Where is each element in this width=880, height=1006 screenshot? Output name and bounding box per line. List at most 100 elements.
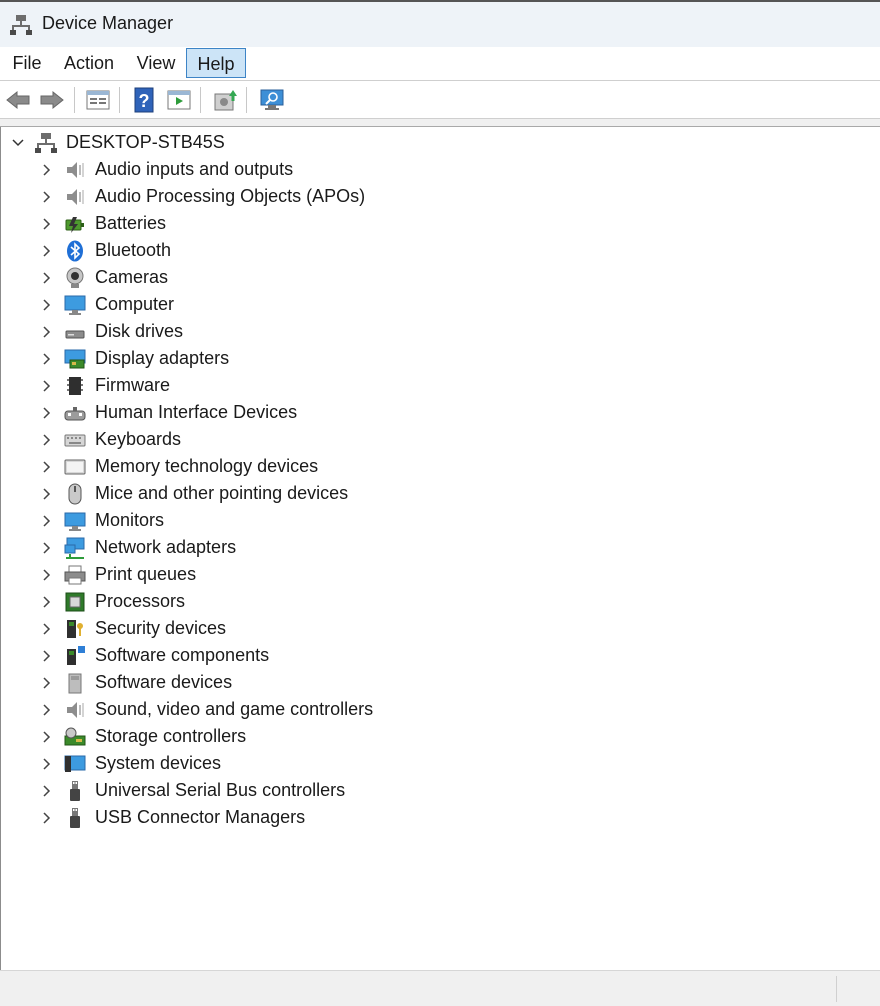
chevron-right-icon[interactable] bbox=[38, 459, 54, 475]
chevron-right-icon[interactable] bbox=[38, 432, 54, 448]
tree-category-item[interactable]: Display adapters bbox=[1, 345, 879, 372]
tree-category-label: Storage controllers bbox=[95, 726, 247, 746]
chevron-right-icon[interactable] bbox=[38, 513, 54, 529]
monitor-icon bbox=[64, 512, 86, 531]
update-driver-icon[interactable] bbox=[211, 86, 239, 114]
tree-category-label: Computer bbox=[95, 294, 175, 314]
chevron-right-icon[interactable] bbox=[38, 270, 54, 286]
tree-category-label: Sound, video and game controllers bbox=[95, 699, 374, 719]
tree-category-label: Audio inputs and outputs bbox=[95, 159, 294, 179]
chevron-right-icon[interactable] bbox=[38, 783, 54, 799]
tree-category-label: Software components bbox=[95, 645, 270, 665]
chevron-right-icon[interactable] bbox=[38, 540, 54, 556]
window-title: Device Manager bbox=[42, 13, 174, 33]
hid-icon bbox=[64, 407, 86, 421]
chevron-right-icon[interactable] bbox=[38, 621, 54, 637]
status-bar bbox=[0, 970, 880, 1006]
tree-category-item[interactable]: Mice and other pointing devices bbox=[1, 480, 879, 507]
speaker-icon bbox=[67, 189, 84, 205]
tree-category-item[interactable]: Computer bbox=[1, 291, 879, 318]
chevron-right-icon[interactable] bbox=[38, 243, 54, 259]
tree-category-item[interactable]: Cameras bbox=[1, 264, 879, 291]
speaker-icon bbox=[67, 162, 84, 178]
tree-category-item[interactable]: Processors bbox=[1, 588, 879, 615]
tree-category-item[interactable]: Disk drives bbox=[1, 318, 879, 345]
chevron-right-icon[interactable] bbox=[38, 486, 54, 502]
tree-category-item[interactable]: Storage controllers bbox=[1, 723, 879, 750]
chevron-right-icon[interactable] bbox=[38, 324, 54, 340]
chevron-right-icon[interactable] bbox=[38, 729, 54, 745]
device-tree: DESKTOP-STB45S Audio inputs and outputs A… bbox=[0, 127, 880, 970]
chevron-right-icon[interactable] bbox=[38, 297, 54, 313]
svg-text:?: ? bbox=[139, 91, 150, 111]
menu-help[interactable]: Help bbox=[186, 48, 246, 78]
tree-category-item[interactable]: Software components bbox=[1, 642, 879, 669]
printer-icon bbox=[64, 565, 86, 585]
tree-category-item[interactable]: Human Interface Devices bbox=[1, 399, 879, 426]
tree-category-item[interactable]: Firmware bbox=[1, 372, 879, 399]
camera-icon bbox=[66, 267, 84, 288]
chevron-right-icon[interactable] bbox=[38, 756, 54, 772]
system-device-icon bbox=[64, 755, 86, 772]
chevron-right-icon[interactable] bbox=[38, 216, 54, 232]
properties-icon[interactable] bbox=[84, 86, 112, 114]
tree-category-item[interactable]: USB Connector Managers bbox=[1, 804, 879, 831]
tree-category-item[interactable]: Universal Serial Bus controllers bbox=[1, 777, 879, 804]
tree-category-item[interactable]: Print queues bbox=[1, 561, 879, 588]
tree-category-label: USB Connector Managers bbox=[95, 807, 306, 827]
tree-category-item[interactable]: Audio inputs and outputs bbox=[1, 156, 879, 183]
menu-view[interactable]: View bbox=[130, 48, 182, 78]
tree-root[interactable]: DESKTOP-STB45S bbox=[1, 129, 879, 156]
chevron-right-icon[interactable] bbox=[38, 378, 54, 394]
tree-root-label: DESKTOP-STB45S bbox=[66, 132, 225, 152]
back-icon[interactable] bbox=[4, 86, 32, 114]
menu-bar: File Action View Help bbox=[0, 47, 880, 81]
tree-category-label: Display adapters bbox=[95, 348, 230, 368]
keyboard-icon bbox=[64, 434, 86, 447]
tree-category-label: Security devices bbox=[95, 618, 227, 638]
tree-category-label: Software devices bbox=[95, 672, 233, 692]
chevron-right-icon[interactable] bbox=[38, 675, 54, 691]
tree-category-item[interactable]: Monitors bbox=[1, 507, 879, 534]
tree-category-item[interactable]: Software devices bbox=[1, 669, 879, 696]
chevron-right-icon[interactable] bbox=[38, 810, 54, 826]
tree-category-label: Memory technology devices bbox=[95, 456, 319, 476]
help-icon[interactable]: ? bbox=[130, 86, 158, 114]
toolbar-separator bbox=[119, 87, 120, 113]
tree-category-label: Network adapters bbox=[95, 537, 237, 557]
chevron-right-icon[interactable] bbox=[38, 351, 54, 367]
tree-category-label: Processors bbox=[95, 591, 186, 611]
tree-category-item[interactable]: Keyboards bbox=[1, 426, 879, 453]
chevron-right-icon[interactable] bbox=[38, 702, 54, 718]
tree-category-label: Mice and other pointing devices bbox=[95, 483, 349, 503]
chevron-right-icon[interactable] bbox=[38, 648, 54, 664]
tree-category-item[interactable]: Security devices bbox=[1, 615, 879, 642]
menu-file[interactable]: File bbox=[6, 48, 48, 78]
tree-category-label: Keyboards bbox=[95, 429, 182, 449]
menu-action[interactable]: Action bbox=[56, 48, 122, 78]
chevron-right-icon[interactable] bbox=[38, 594, 54, 610]
tree-category-label: Print queues bbox=[95, 564, 197, 584]
status-separator bbox=[836, 976, 837, 1002]
chevron-right-icon[interactable] bbox=[38, 405, 54, 421]
tree-category-item[interactable]: Network adapters bbox=[1, 534, 879, 561]
run-icon[interactable] bbox=[165, 86, 193, 114]
tree-category-label: Batteries bbox=[95, 213, 167, 233]
processor-icon bbox=[65, 592, 85, 612]
tree-category-item[interactable]: Bluetooth bbox=[1, 237, 879, 264]
tree-category-item[interactable]: Batteries bbox=[1, 210, 879, 237]
chevron-right-icon[interactable] bbox=[38, 162, 54, 178]
tree-category-item[interactable]: System devices bbox=[1, 750, 879, 777]
tree-category-label: Universal Serial Bus controllers bbox=[95, 780, 346, 800]
forward-icon[interactable] bbox=[38, 86, 66, 114]
tree-category-item[interactable]: Audio Processing Objects (APOs) bbox=[1, 183, 879, 210]
tree-category-item[interactable]: Sound, video and game controllers bbox=[1, 696, 879, 723]
chevron-right-icon[interactable] bbox=[38, 567, 54, 583]
firmware-icon bbox=[67, 377, 83, 395]
chevron-right-icon[interactable] bbox=[38, 189, 54, 205]
scan-hardware-icon[interactable] bbox=[258, 86, 286, 114]
toolbar-separator bbox=[200, 87, 201, 113]
chevron-down-icon[interactable] bbox=[10, 135, 26, 151]
tree-category-label: System devices bbox=[95, 753, 222, 773]
tree-category-item[interactable]: Memory technology devices bbox=[1, 453, 879, 480]
